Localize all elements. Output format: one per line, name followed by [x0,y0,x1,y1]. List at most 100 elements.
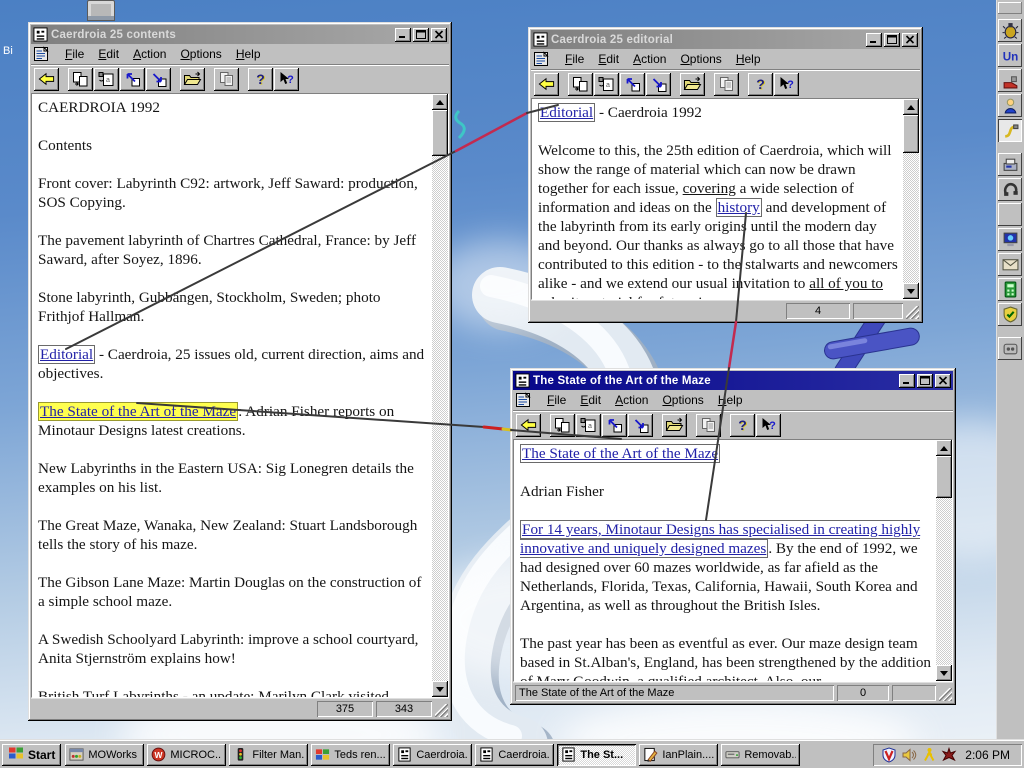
side-cable-button[interactable] [998,119,1022,142]
taskbar-button-caerdroia[interactable]: Caerdroia... [393,743,473,766]
help-button[interactable]: ?? [248,67,273,91]
document-icon[interactable] [515,392,532,408]
taskbar-button-microc[interactable]: W MICROC... [147,743,227,766]
side-un-button[interactable]: Un [998,44,1022,67]
side-calc-button[interactable] [998,278,1022,301]
side-phone-button[interactable] [998,178,1022,201]
paste-pages-button[interactable]: a [576,413,601,437]
menu-item-options[interactable]: Options [173,45,228,63]
speaker-icon[interactable] [901,747,917,763]
open-folder-button[interactable] [680,72,705,96]
copy-docs-button[interactable] [714,72,739,96]
help-button[interactable]: ?? [748,72,773,96]
scroll-up-button[interactable] [432,94,448,110]
scroll-down-button[interactable] [903,283,919,299]
scrollbar-thumb[interactable] [903,115,919,153]
copy-docs-button[interactable] [214,67,239,91]
menu-item-edit[interactable]: Edit [591,50,626,68]
taskbar-button-caerdroia[interactable]: Caerdroia... [475,743,555,766]
vertical-scrollbar[interactable] [936,440,952,681]
sidebar-handle[interactable] [998,2,1022,14]
taskbar-button-thest[interactable]: The St... [557,743,637,766]
menu-item-file[interactable]: File [540,391,573,409]
scrollbar-thumb[interactable] [432,110,448,156]
context-help-button[interactable]: ? [274,67,299,91]
link-up-button[interactable] [620,72,645,96]
paste-pages-button[interactable]: a [594,72,619,96]
hyperlink[interactable]: Editorial [538,103,596,122]
flower-icon[interactable] [941,746,957,763]
side-tool-button[interactable] [998,69,1022,92]
title-bar[interactable]: The State of the Art of the Maze [513,371,953,390]
minimize-button[interactable] [866,32,882,47]
vertical-scrollbar[interactable] [432,94,448,697]
maximize-button[interactable] [884,32,900,47]
scroll-up-button[interactable] [903,99,919,115]
partial-desktop-icon[interactable] [87,0,115,21]
taskbar-button-filterman[interactable]: Filter Man... [229,743,309,766]
menu-item-help[interactable]: Help [229,45,268,63]
copy-docs-button[interactable] [696,413,721,437]
menu-item-file[interactable]: File [58,45,91,63]
vertical-scrollbar[interactable] [903,99,919,299]
document-icon[interactable] [33,46,50,62]
link-down-button[interactable] [628,413,653,437]
desktop-icon-label[interactable]: Bi [3,45,13,57]
help-button[interactable]: ?? [730,413,755,437]
minimize-button[interactable] [395,27,411,42]
close-button[interactable] [902,32,918,47]
open-folder-button[interactable] [180,67,205,91]
scroll-down-button[interactable] [432,681,448,697]
resize-grip[interactable] [939,688,952,701]
hyperlink[interactable]: The State of the Art of the Maze [520,444,721,463]
scroll-down-button[interactable] [936,665,952,681]
copy-pages-button[interactable] [68,67,93,91]
menu-item-action[interactable]: Action [608,391,655,409]
taskbar-button-tedsren[interactable]: Teds ren... [311,743,391,766]
menu-item-options[interactable]: Options [673,50,728,68]
menu-item-help[interactable]: Help [729,50,768,68]
copy-pages-button[interactable] [550,413,575,437]
side-printer-button[interactable] [998,203,1022,226]
minimize-button[interactable] [899,373,915,388]
menu-item-edit[interactable]: Edit [573,391,608,409]
paste-pages-button[interactable]: a [94,67,119,91]
menu-item-file[interactable]: File [558,50,591,68]
underlined-text[interactable]: covering [683,180,736,197]
scroll-up-button[interactable] [936,440,952,456]
scrollbar-thumb[interactable] [936,456,952,498]
hyperlink[interactable]: history [715,198,762,217]
title-bar[interactable]: Caerdroia 25 editorial [531,30,920,49]
start-button[interactable]: Start [2,743,62,766]
context-help-button[interactable]: ? [756,413,781,437]
back-arrow-button[interactable] [34,67,59,91]
person-icon[interactable] [921,747,937,763]
taskbar-button-removab[interactable]: Removab... [721,743,801,766]
resize-grip[interactable] [906,306,919,319]
context-help-button[interactable]: ? [774,72,799,96]
maximize-button[interactable] [917,373,933,388]
menu-item-edit[interactable]: Edit [91,45,126,63]
maximize-button[interactable] [413,27,429,42]
side-recorder-button[interactable] [998,337,1022,360]
menu-item-options[interactable]: Options [655,391,710,409]
side-bug-button[interactable] [998,19,1022,42]
title-bar[interactable]: Caerdroia 25 contents [31,25,449,44]
menu-item-action[interactable]: Action [126,45,173,63]
copy-pages-button[interactable] [568,72,593,96]
back-arrow-button[interactable] [534,72,559,96]
back-arrow-button[interactable] [516,413,541,437]
menu-item-action[interactable]: Action [626,50,673,68]
link-down-button[interactable] [146,67,171,91]
side-fax-button[interactable] [998,153,1022,176]
taskbar-button-moworks[interactable]: MOWorks [65,743,145,766]
open-folder-button[interactable] [662,413,687,437]
link-down-button[interactable] [646,72,671,96]
close-button[interactable] [431,27,447,42]
link-up-button[interactable] [120,67,145,91]
shieldv-icon[interactable] [881,746,897,763]
document-icon[interactable] [533,51,550,67]
side-shield2-button[interactable] [998,303,1022,326]
side-monitor-button[interactable] [998,228,1022,251]
side-mail-button[interactable] [998,253,1022,276]
